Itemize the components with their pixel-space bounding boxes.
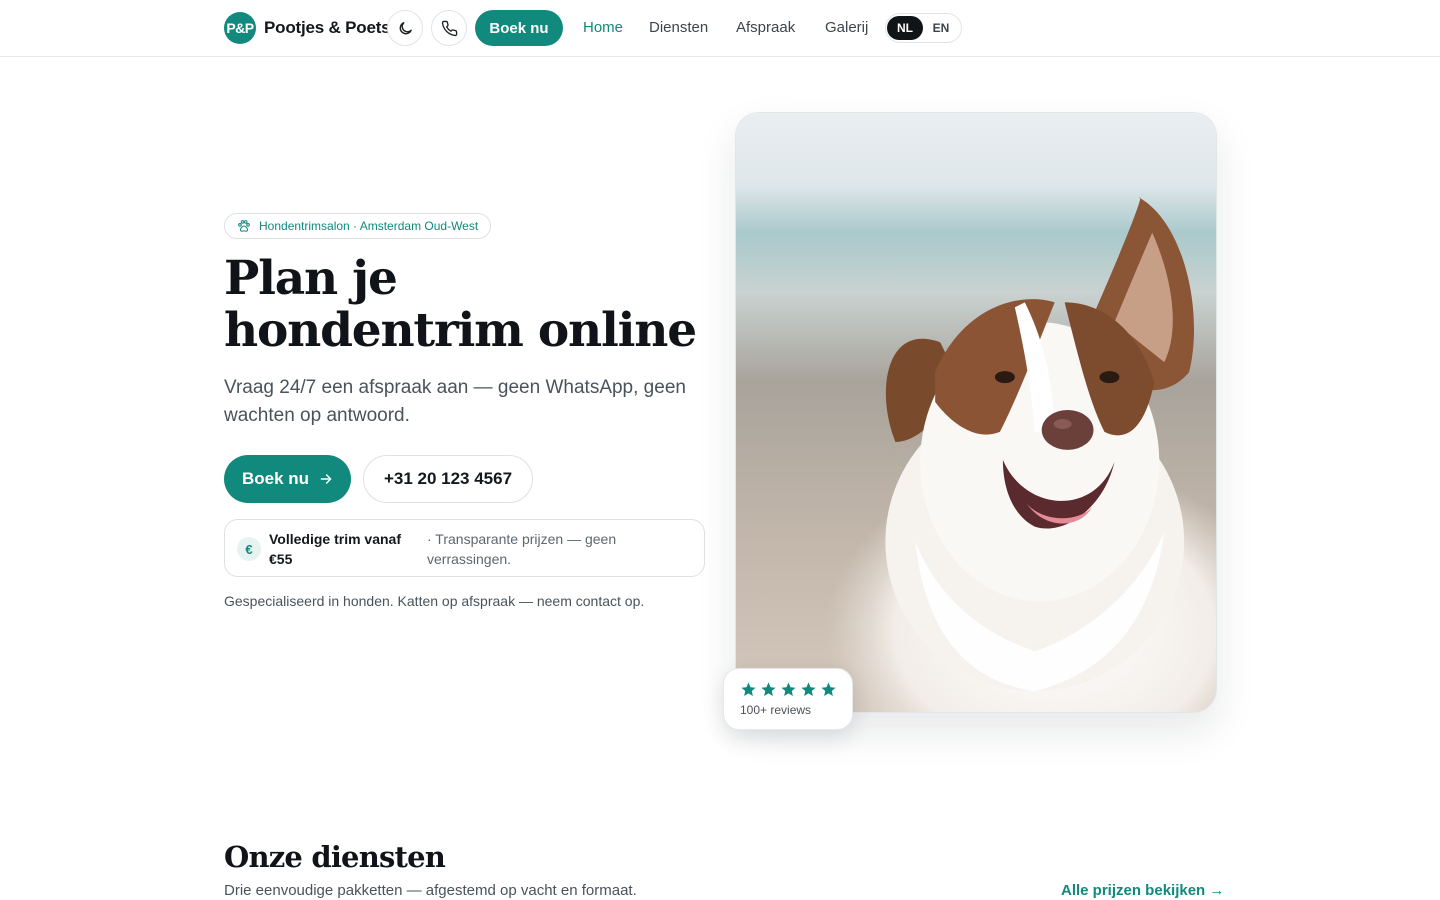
price-info-box: € Volledige trim vanaf €55 · Transparant… <box>224 519 705 577</box>
star-icon <box>781 682 796 697</box>
brand-name[interactable]: Pootjes & Poets <box>264 18 391 38</box>
site-header: P&P Pootjes & Poets Boek nu Home Dienste… <box>0 0 1440 57</box>
hero-book-label: Boek nu <box>241 469 310 488</box>
moon-icon <box>399 21 412 34</box>
logo[interactable]: P&P <box>224 12 256 44</box>
review-card: 100+ reviews <box>723 668 853 730</box>
location-chip-label: Hondentrimsalon · Amsterdam Oud-West <box>259 219 479 233</box>
lang-nl-button[interactable]: NL <box>887 16 923 40</box>
theme-toggle-button[interactable] <box>387 10 423 46</box>
paw-icon <box>238 220 250 232</box>
services-title: Onze diensten <box>224 840 446 874</box>
hero-phone-button[interactable]: +31 20 123 4567 <box>363 455 533 503</box>
header-book-button[interactable]: Boek nu <box>475 10 563 46</box>
hero-lead: Vraag 24/7 een afspraak aan — geen Whats… <box>224 377 686 426</box>
all-prices-link[interactable]: Alle prijzen bekijken → <box>1061 882 1224 899</box>
phone-icon <box>441 20 457 36</box>
star-icon <box>741 682 756 697</box>
price-main: Volledige trim vanaf €55 <box>269 531 401 567</box>
language-switch: NL EN <box>885 13 962 43</box>
lang-en-button[interactable]: EN <box>923 16 959 40</box>
services-subtitle: Drie eenvoudige pakketten — afgestemd op… <box>224 882 637 899</box>
nav-home[interactable]: Home <box>583 19 623 36</box>
hero-title: Plan je hondentrim online <box>224 251 697 358</box>
review-count: 100+ reviews <box>740 703 812 717</box>
arrow-right-icon <box>320 474 332 484</box>
nav-galerij[interactable]: Galerij <box>825 19 868 36</box>
rating-stars <box>740 681 837 698</box>
specialty-note: Gespecialiseerd in honden. Katten op afs… <box>224 593 645 609</box>
price-note: · Transparante prijzen — geen verrassing… <box>427 531 617 567</box>
star-icon <box>801 682 816 697</box>
location-chip: Hondentrimsalon · Amsterdam Oud-West <box>224 213 492 239</box>
nav-afspraak[interactable]: Afspraak <box>736 19 795 36</box>
call-button[interactable] <box>431 10 467 46</box>
hero-book-button[interactable]: Boek nu <box>224 455 351 503</box>
nav-diensten[interactable]: Diensten <box>649 19 708 36</box>
star-icon <box>821 682 836 697</box>
hero-dog-photo <box>735 112 1217 713</box>
star-icon <box>761 682 776 697</box>
euro-icon: € <box>237 537 261 561</box>
